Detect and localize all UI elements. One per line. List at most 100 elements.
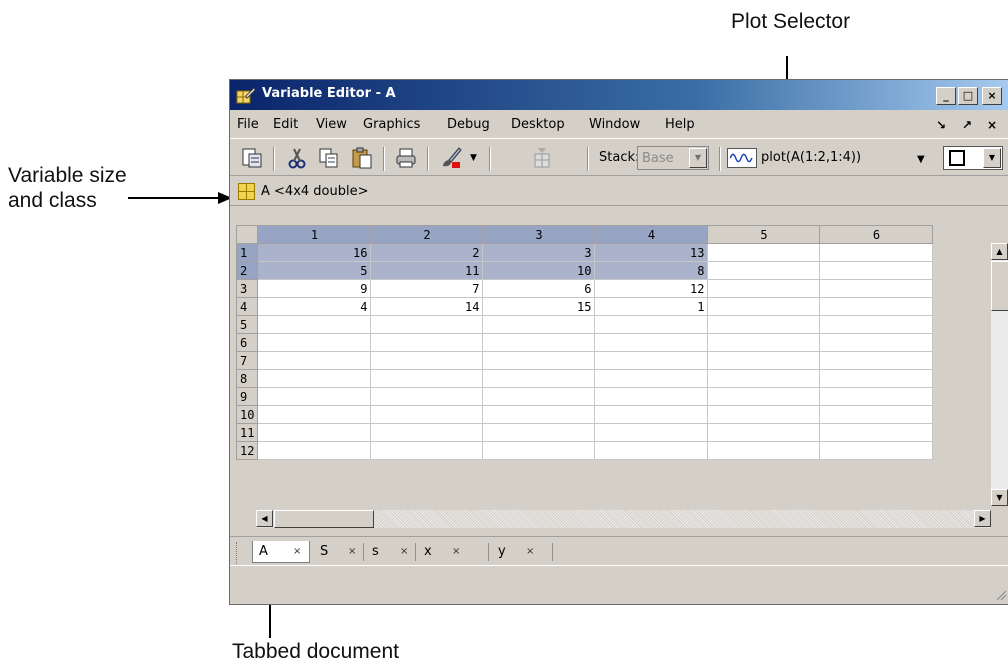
table-cell[interactable] [819, 333, 934, 352]
table-cell[interactable] [482, 315, 596, 334]
column-header[interactable]: 3 [482, 225, 596, 244]
table-cell[interactable] [257, 351, 372, 370]
table-cell[interactable] [370, 369, 484, 388]
table-cell[interactable] [707, 423, 821, 442]
table-cell[interactable] [482, 405, 596, 424]
table-cell[interactable] [819, 423, 934, 442]
row-header[interactable]: 6 [235, 333, 259, 352]
table-cell[interactable] [819, 441, 934, 460]
vertical-scrollbar[interactable]: ▲ ▼ [991, 243, 1008, 506]
table-cell[interactable]: 16 [257, 243, 372, 262]
table-cell[interactable] [707, 297, 821, 316]
table-cell[interactable]: 8 [594, 261, 709, 280]
maximize-button[interactable]: □ [958, 87, 978, 105]
plot-selector-dropdown-icon[interactable]: ▼ [917, 154, 925, 165]
variable-new-icon[interactable] [530, 146, 554, 170]
close-editor-icon[interactable]: × [987, 118, 997, 132]
figure-selector[interactable]: ▼ [943, 146, 1003, 170]
cut-icon[interactable] [285, 146, 309, 170]
table-cell[interactable] [819, 387, 934, 406]
table-cell[interactable]: 11 [370, 261, 484, 280]
table-cell[interactable]: 4 [257, 297, 372, 316]
stack-dropdown-arrow-icon[interactable]: ▼ [689, 148, 707, 168]
table-cell[interactable] [707, 279, 821, 298]
table-cell[interactable]: 6 [482, 279, 596, 298]
row-header[interactable]: 5 [235, 315, 259, 334]
table-cell[interactable]: 10 [482, 261, 596, 280]
menu-debug[interactable]: Debug [447, 117, 490, 132]
table-cell[interactable]: 3 [482, 243, 596, 262]
tab-S[interactable]: S × [314, 541, 362, 563]
tab-s[interactable]: s × [366, 541, 414, 563]
row-header[interactable]: 2 [235, 261, 259, 280]
table-cell[interactable] [594, 405, 709, 424]
table-cell[interactable] [707, 351, 821, 370]
table-cell[interactable] [707, 405, 821, 424]
table-cell[interactable] [594, 351, 709, 370]
table-cell[interactable] [707, 243, 821, 262]
table-cell[interactable] [482, 369, 596, 388]
tab-close-icon[interactable]: × [348, 546, 356, 557]
table-cell[interactable] [819, 261, 934, 280]
table-cell[interactable] [594, 441, 709, 460]
table-cell[interactable] [482, 333, 596, 352]
close-button[interactable]: × [982, 87, 1002, 105]
table-cell[interactable] [594, 369, 709, 388]
column-header[interactable]: 4 [594, 225, 709, 244]
row-header[interactable]: 10 [235, 405, 259, 424]
table-cell[interactable] [707, 369, 821, 388]
table-cell[interactable] [707, 441, 821, 460]
title-bar[interactable]: Variable Editor - A _ □ × [230, 80, 1008, 110]
table-cell[interactable] [707, 387, 821, 406]
table-cell[interactable] [482, 423, 596, 442]
figure-dropdown-arrow-icon[interactable]: ▼ [983, 148, 1001, 168]
tab-close-icon[interactable]: × [452, 546, 460, 557]
table-cell[interactable]: 12 [594, 279, 709, 298]
print-icon[interactable] [394, 146, 418, 170]
table-cell[interactable] [819, 405, 934, 424]
table-cell[interactable] [707, 333, 821, 352]
scroll-down-icon[interactable]: ▼ [991, 489, 1008, 506]
row-header[interactable]: 3 [235, 279, 259, 298]
column-header[interactable]: 2 [370, 225, 484, 244]
dock-icon[interactable]: ↘ [936, 118, 946, 132]
table-cell[interactable] [594, 315, 709, 334]
row-header[interactable]: 11 [235, 423, 259, 442]
column-header[interactable]: 1 [257, 225, 372, 244]
table-cell[interactable]: 13 [594, 243, 709, 262]
row-header[interactable]: 1 [235, 243, 259, 262]
data-grid[interactable]: 1 2 3 4 5 6 1 16 2 3 13 2 5 11 10 8 3 9 7 6 12 4 4 14 15 1 5… [235, 225, 934, 460]
table-cell[interactable] [257, 387, 372, 406]
menu-view[interactable]: View [316, 117, 347, 132]
stack-select[interactable]: Base ▼ [637, 146, 709, 170]
table-cell[interactable] [819, 351, 934, 370]
horizontal-scrollbar[interactable]: ◀ ▶ [256, 510, 991, 528]
row-header[interactable]: 4 [235, 297, 259, 316]
tab-x[interactable]: x × [418, 541, 466, 563]
menu-file[interactable]: File [237, 117, 259, 132]
tab-A[interactable]: A × [252, 541, 310, 563]
table-cell[interactable] [370, 333, 484, 352]
menu-edit[interactable]: Edit [273, 117, 298, 132]
tab-close-icon[interactable]: × [400, 546, 408, 557]
table-cell[interactable] [257, 441, 372, 460]
table-cell[interactable] [594, 333, 709, 352]
table-cell[interactable] [257, 315, 372, 334]
menu-window[interactable]: Window [589, 117, 640, 132]
column-header[interactable]: 5 [707, 225, 821, 244]
table-cell[interactable] [707, 315, 821, 334]
table-cell[interactable]: 14 [370, 297, 484, 316]
copy-icon[interactable] [317, 146, 341, 170]
scroll-right-icon[interactable]: ▶ [974, 510, 991, 527]
row-header[interactable]: 12 [235, 441, 259, 460]
table-cell[interactable] [482, 387, 596, 406]
row-header[interactable]: 7 [235, 351, 259, 370]
table-cell[interactable] [370, 441, 484, 460]
table-cell[interactable] [594, 423, 709, 442]
table-cell[interactable]: 15 [482, 297, 596, 316]
menu-graphics[interactable]: Graphics [363, 117, 420, 132]
table-cell[interactable] [482, 351, 596, 370]
vertical-scroll-thumb[interactable] [991, 261, 1008, 311]
horizontal-scroll-thumb[interactable] [274, 510, 374, 528]
table-cell[interactable] [707, 261, 821, 280]
